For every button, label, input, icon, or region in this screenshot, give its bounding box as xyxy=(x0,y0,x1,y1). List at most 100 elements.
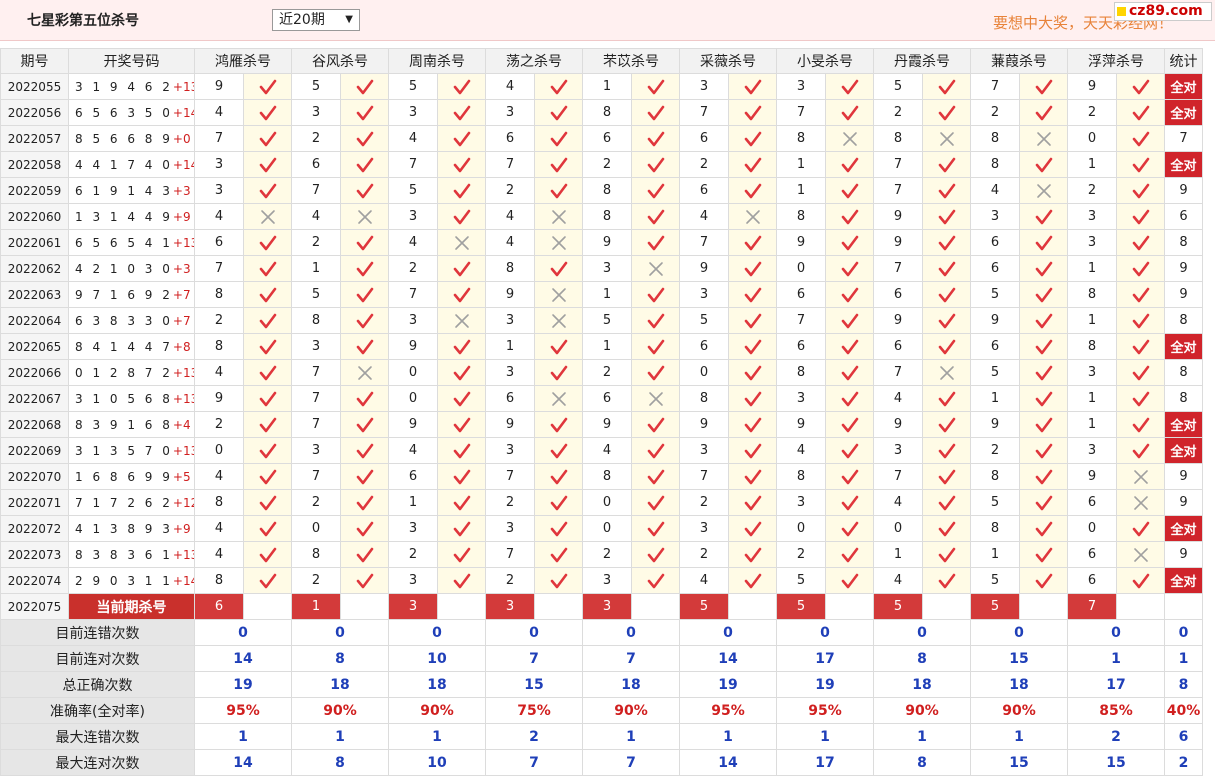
result-mark-cell xyxy=(922,437,971,464)
kill-number-cell: 7 xyxy=(679,99,729,126)
result-mark-cell xyxy=(825,151,874,178)
table-row: 2022060 1 3 1 4 4 9+9 4 4 3 4 8 4 8 9 3 3 6 xyxy=(0,203,1203,230)
kill-number-cell: 5 xyxy=(291,73,341,100)
result-mark-cell xyxy=(631,151,680,178)
kill-number-cell: 3 xyxy=(291,437,341,464)
check-icon xyxy=(356,573,373,588)
result-mark-cell xyxy=(922,359,971,386)
result-mark-cell xyxy=(728,411,777,438)
check-icon xyxy=(356,391,373,406)
result-mark-cell xyxy=(437,463,486,490)
draw-digits: 6 1 9 1 4 3 xyxy=(75,183,173,198)
summary-value: 17 xyxy=(776,645,874,672)
result-mark-cell xyxy=(1019,307,1068,334)
kill-number-cell: 2 xyxy=(388,255,438,282)
kill-number-cell: 3 xyxy=(194,151,244,178)
kill-number-cell: 7 xyxy=(679,229,729,256)
draw-digits: 2 9 0 3 1 1 xyxy=(75,573,173,588)
check-icon xyxy=(841,105,858,120)
kill-number-cell: 7 xyxy=(873,359,923,386)
result-mark-cell xyxy=(243,437,292,464)
result-mark-cell xyxy=(728,125,777,152)
current-kill-blank xyxy=(922,593,971,620)
kill-number-cell: 6 xyxy=(873,281,923,308)
kill-number-cell: 9 xyxy=(194,73,244,100)
cross-icon xyxy=(1036,131,1051,146)
summary-value: 18 xyxy=(970,671,1068,698)
stat-cell: 9 xyxy=(1164,463,1203,490)
issue-cell: 2022071 xyxy=(0,489,69,516)
kill-number-cell: 2 xyxy=(582,541,632,568)
check-icon xyxy=(259,235,276,250)
check-icon xyxy=(1035,573,1052,588)
result-mark-cell xyxy=(728,255,777,282)
result-mark-cell xyxy=(534,73,583,100)
result-mark-cell xyxy=(534,255,583,282)
draw-numbers-cell: 1 3 1 4 4 9+9 xyxy=(68,203,195,230)
check-icon xyxy=(938,521,955,536)
table-row: 20220738 3 8 3 6 1+1348272221169 xyxy=(0,541,1203,568)
summary-value: 0 xyxy=(1067,619,1165,646)
table-row: 20220566 5 6 3 5 0+144333877222全对 xyxy=(0,99,1203,126)
column-header-expert: 蒹葭杀号 xyxy=(970,48,1068,74)
result-mark-cell xyxy=(1116,73,1165,100)
result-mark-cell xyxy=(1116,177,1165,204)
check-icon xyxy=(647,469,664,484)
result-mark-cell xyxy=(340,515,389,542)
result-mark-cell xyxy=(340,255,389,282)
result-mark-cell xyxy=(340,125,389,152)
kill-number-cell: 3 xyxy=(291,99,341,126)
current-kill-blank xyxy=(1019,593,1068,620)
current-kill-blank xyxy=(631,593,680,620)
current-kill-number: 5 xyxy=(873,593,923,620)
stat-cell: 全对 xyxy=(1164,333,1203,360)
current-issue-cell: 2022075 xyxy=(0,593,69,620)
draw-digits: 8 3 9 1 6 8 xyxy=(75,417,173,432)
check-icon xyxy=(453,521,470,536)
check-icon xyxy=(356,183,373,198)
result-mark-cell xyxy=(922,489,971,516)
check-icon xyxy=(647,209,664,224)
result-mark-cell xyxy=(922,333,971,360)
kill-number-cell: 1 xyxy=(776,151,826,178)
check-icon xyxy=(550,443,567,458)
check-icon xyxy=(453,365,470,380)
result-mark-cell xyxy=(922,385,971,412)
result-mark-cell xyxy=(340,203,389,230)
summary-value: 0 xyxy=(194,619,292,646)
result-mark-cell xyxy=(1116,229,1165,256)
kill-number-cell: 4 xyxy=(873,385,923,412)
check-icon xyxy=(1035,79,1052,94)
kill-number-cell: 7 xyxy=(776,99,826,126)
kill-number-cell: 7 xyxy=(485,463,535,490)
kill-number-cell: 3 xyxy=(485,437,535,464)
result-mark-cell xyxy=(922,229,971,256)
kill-number-cell: 8 xyxy=(582,203,632,230)
check-icon xyxy=(938,547,955,562)
result-mark-cell xyxy=(1116,541,1165,568)
result-mark-cell xyxy=(825,411,874,438)
result-mark-cell xyxy=(243,333,292,360)
result-mark-cell xyxy=(243,281,292,308)
draw-numbers-cell: 3 1 3 5 7 0+13 xyxy=(68,437,195,464)
kill-number-cell: 2 xyxy=(485,489,535,516)
check-icon xyxy=(647,157,664,172)
column-header-expert: 浮萍杀号 xyxy=(1067,48,1165,74)
check-icon xyxy=(1035,105,1052,120)
cross-icon xyxy=(1133,469,1148,484)
check-icon xyxy=(550,105,567,120)
result-mark-cell xyxy=(340,177,389,204)
draw-sum: +13 xyxy=(172,365,194,380)
result-mark-cell xyxy=(728,203,777,230)
kill-number-cell: 9 xyxy=(194,385,244,412)
column-header-stat: 统计 xyxy=(1164,48,1203,74)
issue-cell: 2022060 xyxy=(0,203,69,230)
column-header-expert: 采薇杀号 xyxy=(679,48,777,74)
table-row: 2022070 1 6 8 6 9 9+5 4 7 6 7 8 7 8 7 8 9 9 xyxy=(0,463,1203,490)
draw-numbers-cell: 7 1 7 2 6 2+12 xyxy=(68,489,195,516)
kill-number-cell: 3 xyxy=(1067,437,1117,464)
issue-cell: 2022066 xyxy=(0,359,69,386)
period-select[interactable]: 近20期 ▼ xyxy=(272,9,360,31)
site-logo[interactable]: cz89.com xyxy=(1114,2,1212,21)
check-icon xyxy=(1132,313,1149,328)
